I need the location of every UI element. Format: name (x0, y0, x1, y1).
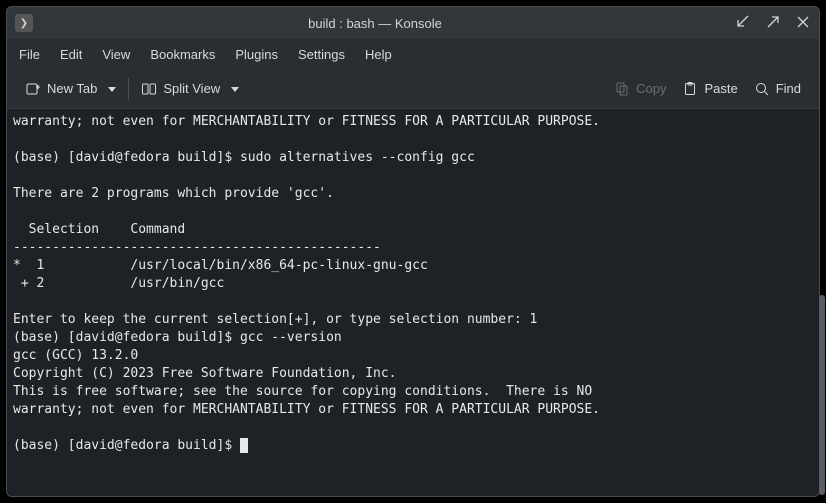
split-view-icon (141, 81, 157, 97)
find-button[interactable]: Find (746, 77, 809, 101)
copy-icon (614, 81, 630, 97)
menu-view[interactable]: View (102, 47, 130, 62)
chevron-down-icon (103, 81, 116, 96)
paste-icon (682, 81, 698, 97)
menu-bookmarks[interactable]: Bookmarks (150, 47, 215, 62)
cursor (240, 438, 248, 453)
new-tab-button[interactable]: New Tab (17, 77, 124, 101)
find-icon (754, 81, 770, 97)
menu-settings[interactable]: Settings (298, 47, 345, 62)
new-tab-label: New Tab (47, 81, 97, 96)
paste-button[interactable]: Paste (674, 77, 745, 101)
separator (128, 78, 129, 100)
scrollbar-thumb[interactable] (819, 295, 825, 495)
window-title: build : bash — Konsole (41, 16, 735, 31)
close-icon (795, 14, 811, 30)
minimize-icon (735, 14, 751, 30)
menu-edit[interactable]: Edit (60, 47, 82, 62)
chevron-down-icon (226, 81, 239, 96)
menu-plugins[interactable]: Plugins (235, 47, 278, 62)
app-icon (15, 14, 33, 32)
titlebar[interactable]: build : bash — Konsole (7, 7, 819, 39)
toolbar: New Tab Split View Copy Paste Find (7, 69, 819, 109)
split-view-label: Split View (163, 81, 220, 96)
copy-label: Copy (636, 81, 666, 96)
konsole-window: build : bash — Konsole File Edit View Bo… (6, 6, 820, 497)
copy-button[interactable]: Copy (606, 77, 674, 101)
close-button[interactable] (795, 14, 811, 33)
paste-label: Paste (704, 81, 737, 96)
terminal-output[interactable]: warranty; not even for MERCHANTABILITY o… (7, 109, 819, 496)
maximize-icon (765, 14, 781, 30)
maximize-button[interactable] (765, 14, 781, 33)
menu-help[interactable]: Help (365, 47, 392, 62)
menu-file[interactable]: File (19, 47, 40, 62)
scrollbar[interactable] (817, 102, 825, 495)
split-view-button[interactable]: Split View (133, 77, 247, 101)
menubar: File Edit View Bookmarks Plugins Setting… (7, 39, 819, 69)
minimize-button[interactable] (735, 14, 751, 33)
find-label: Find (776, 81, 801, 96)
window-controls (735, 14, 811, 33)
new-tab-icon (25, 81, 41, 97)
